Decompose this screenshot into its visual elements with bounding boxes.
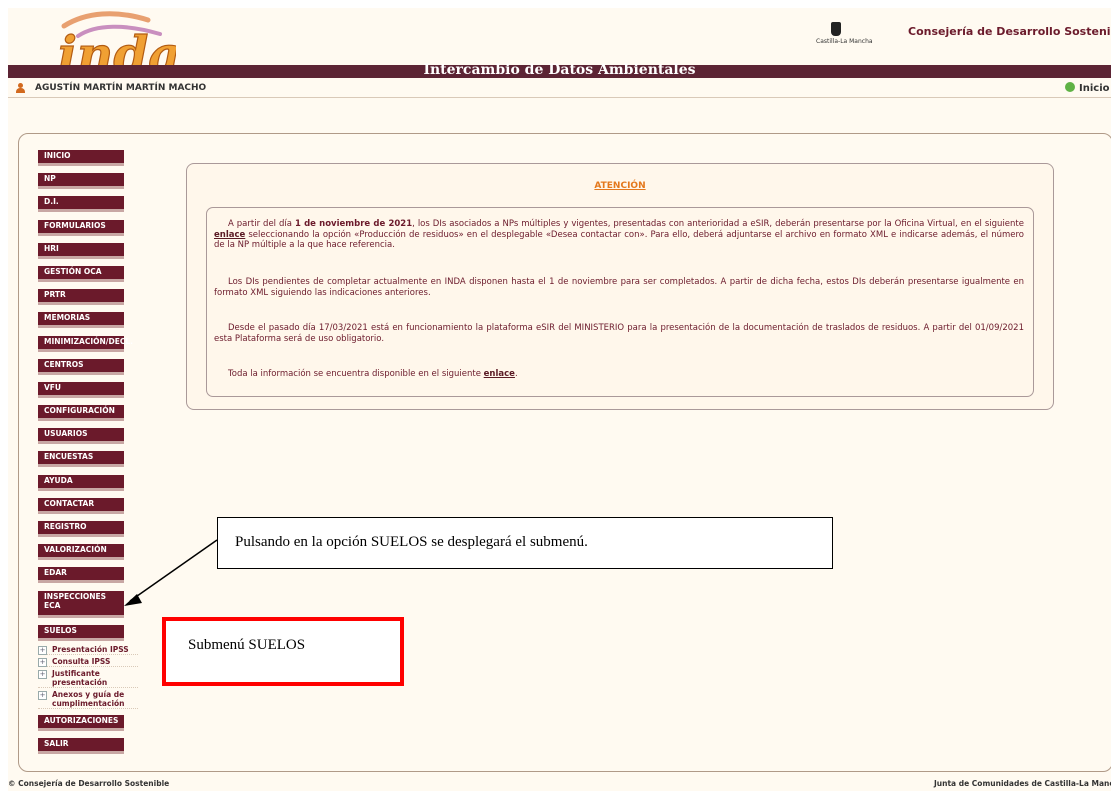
expand-icon: +	[38, 690, 47, 700]
nav-label: MEMORIAS	[44, 313, 91, 323]
annotation-callout: Pulsando en la opción SUELOS se desplega…	[217, 517, 833, 569]
notice-paragraph-1: A partir del día 1 de noviembre de 2021,…	[214, 219, 1024, 251]
nav-label: USUARIOS	[44, 429, 88, 439]
submenu-label: Consulta IPSS	[52, 656, 111, 666]
nav-label: ENCUESTAS	[44, 452, 94, 462]
crest-label: Castilla-La Mancha	[816, 38, 873, 45]
nav-label: AYUDA	[44, 475, 73, 485]
submenu-justificante[interactable]: + Justificante presentación	[38, 669, 138, 688]
consejeria-label: Consejería de Desarrollo Sostenible	[908, 25, 1111, 38]
nav-ayuda[interactable]: AYUDA	[38, 474, 124, 491]
nav-di[interactable]: D.I.	[38, 196, 124, 213]
sidebar: INICIO NP D.I. FORMULARIOS HRI GESTIÓN O…	[38, 150, 138, 761]
nav-label: INSPECCIONES ECA	[44, 591, 107, 610]
expand-icon: +	[38, 645, 47, 655]
nav-inspecciones-eca[interactable]: INSPECCIONES ECA	[38, 590, 124, 618]
nav-label: HRI	[44, 243, 59, 253]
nav-formularios[interactable]: FORMULARIOS	[38, 219, 124, 236]
nav-valorizacion[interactable]: VALORIZACIÓN	[38, 544, 124, 561]
nav-usuarios[interactable]: USUARIOS	[38, 428, 124, 445]
nav-label: SUELOS	[44, 625, 77, 635]
nav-label: NP	[44, 174, 56, 184]
nav-label: PRTR	[44, 290, 66, 300]
nav-label: FORMULARIOS	[44, 220, 106, 230]
nav-suelos[interactable]: SUELOS	[38, 624, 124, 641]
castilla-la-mancha-crest: Castilla-La Mancha	[816, 22, 873, 56]
callout-text: Pulsando en la opción SUELOS se desplega…	[235, 534, 588, 550]
nav-label: CONTACTAR	[44, 498, 95, 508]
app-title: Intercambio de Datos Ambientales	[423, 62, 696, 78]
nav-contactar[interactable]: CONTACTAR	[38, 497, 124, 514]
notice-panel: ATENCIÓN A partir del día 1 de noviembre…	[186, 163, 1054, 410]
submenu-label: Anexos y guía de cumplimentación	[52, 689, 125, 708]
text-fragment: .	[514, 369, 518, 379]
nav-label: VALORIZACIÓN	[44, 545, 107, 555]
submenu-annotation-text: Submenú SUELOS	[188, 637, 306, 653]
nav-encuestas[interactable]: ENCUESTAS	[38, 451, 124, 468]
nav-label: CONFIGURACIÓN	[44, 406, 115, 416]
nav-label: CENTROS	[44, 359, 84, 369]
nav-np[interactable]: NP	[38, 173, 124, 190]
nav-minimizacion[interactable]: MINIMIZACIÓN/DECL.	[38, 335, 133, 352]
home-icon	[1065, 82, 1075, 92]
nav-salir[interactable]: SALIR	[38, 737, 124, 754]
nav-label: REGISTRO	[44, 522, 87, 531]
crest-icon	[831, 22, 841, 36]
submenu-consulta-ipss[interactable]: + Consulta IPSS	[38, 657, 138, 667]
header: inda Castilla-La Mancha Consejería de De…	[8, 8, 1111, 80]
nav-edar[interactable]: EDAR	[38, 567, 124, 584]
text-fragment: seleccionando la opción «Producción de r…	[214, 229, 1024, 251]
nav-label: GESTIÓN OCA	[44, 266, 102, 276]
footer-copyright: © Consejería de Desarrollo Sostenible	[8, 779, 170, 788]
expand-icon: +	[38, 657, 47, 667]
nav-label: EDAR	[44, 568, 67, 578]
submenu-label: Presentación IPSS	[52, 644, 129, 654]
text-fragment: Toda la información se encuentra disponi…	[228, 369, 484, 379]
nav-configuracion[interactable]: CONFIGURACIÓN	[38, 405, 124, 422]
submenu-anexos-guia[interactable]: + Anexos y guía de cumplimentación	[38, 690, 138, 709]
suelos-submenu: + Presentación IPSS + Consulta IPSS + Justi…	[38, 645, 138, 709]
nav-centros[interactable]: CENTROS	[38, 358, 124, 375]
text-fragment: , los DIs asociados a NPs múltiples y vi…	[412, 219, 1024, 229]
nav-autorizaciones[interactable]: AUTORIZACIONES	[38, 714, 124, 731]
notice-paragraph-3: Desde el pasado día 17/03/2021 está en f…	[214, 323, 1024, 344]
inicio-link[interactable]: Inicio	[1065, 82, 1110, 94]
notice-content: A partir del día 1 de noviembre de 2021,…	[206, 207, 1034, 397]
user-icon	[16, 83, 25, 94]
nav-label: AUTORIZACIONES	[44, 715, 119, 725]
nav-label: VFU	[44, 382, 62, 392]
submenu-presentacion-ipss[interactable]: + Presentación IPSS	[38, 645, 138, 655]
nav-label: D.I.	[44, 197, 59, 207]
notice-paragraph-2: Los DIs pendientes de completar actualme…	[214, 277, 1024, 298]
nav-gestion-oca[interactable]: GESTIÓN OCA	[38, 265, 124, 282]
nav-prtr[interactable]: PRTR	[38, 289, 124, 306]
nav-registro[interactable]: REGISTRO	[38, 521, 124, 537]
notice-title: ATENCIÓN	[594, 181, 646, 191]
oficina-virtual-link[interactable]: enlace	[214, 230, 245, 240]
expand-icon: +	[38, 669, 47, 679]
inicio-link-label: Inicio	[1079, 83, 1110, 94]
username: AGUSTÍN MARTÍN MARTÍN MACHO	[35, 83, 207, 93]
nav-hri[interactable]: HRI	[38, 242, 124, 259]
submenu-annotation-box: Submenú SUELOS	[162, 617, 404, 686]
submenu-label: Justificante presentación	[52, 668, 108, 687]
text-fragment: A partir del día	[228, 219, 295, 229]
nav-label: MINIMIZACIÓN/DECL.	[44, 336, 133, 346]
info-link[interactable]: enlace	[484, 369, 515, 379]
nav-memorias[interactable]: MEMORIAS	[38, 312, 124, 329]
highlight-date: 1 de noviembre de 2021	[294, 219, 413, 229]
notice-paragraph-4: Toda la información se encuentra disponi…	[214, 369, 1024, 380]
nav-vfu[interactable]: VFU	[38, 381, 124, 398]
footer-junta: Junta de Comunidades de Castilla-La Manc…	[934, 779, 1111, 788]
nav-label: INICIO	[44, 151, 71, 160]
nav-inicio[interactable]: INICIO	[38, 150, 124, 166]
nav-label: SALIR	[44, 738, 69, 748]
